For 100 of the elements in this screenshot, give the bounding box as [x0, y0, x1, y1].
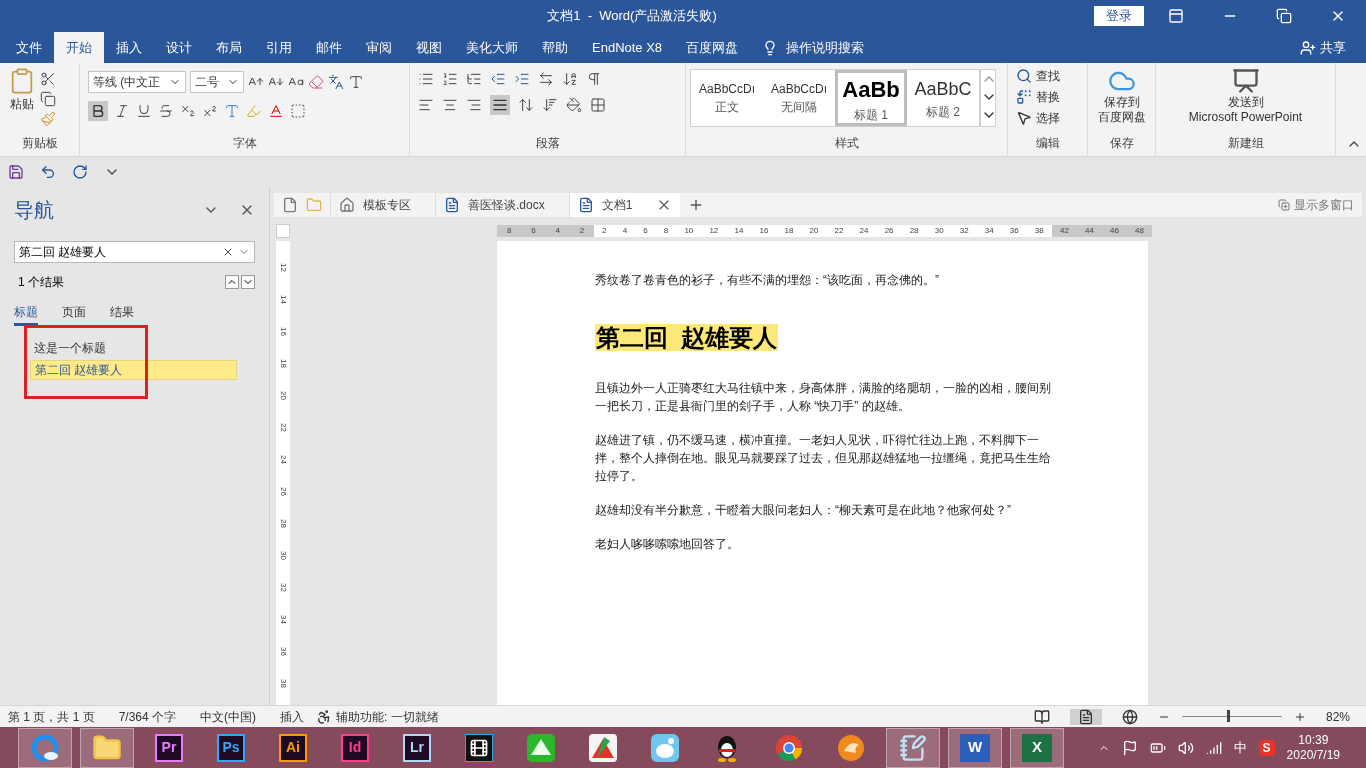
menu-tab[interactable]: 插入: [104, 32, 154, 63]
borders-icon[interactable]: [590, 97, 606, 113]
replace-button[interactable]: 替换: [1016, 88, 1079, 106]
paragraph-mark-icon[interactable]: [586, 71, 602, 87]
save-to-cloud-button[interactable]: 保存到 百度网盘: [1097, 67, 1146, 125]
flag-icon[interactable]: [1121, 739, 1138, 756]
taskbar-app[interactable]: Ps: [204, 727, 258, 768]
superscript-icon[interactable]: [202, 103, 218, 119]
clock-time[interactable]: 10:39: [1298, 732, 1329, 748]
select-button[interactable]: 选择: [1016, 109, 1079, 127]
direction-icon[interactable]: [538, 71, 554, 87]
taskbar-app[interactable]: Id: [328, 727, 382, 768]
save-icon[interactable]: [8, 164, 24, 180]
numbering-icon[interactable]: [442, 71, 458, 87]
style-option[interactable]: AaBbCcDı 无间隔: [763, 70, 835, 126]
clear-icon[interactable]: [222, 246, 234, 258]
redo-icon[interactable]: [72, 164, 88, 180]
clear-format-icon[interactable]: [308, 74, 324, 90]
multi-window-button[interactable]: 显示多窗口: [1294, 196, 1354, 214]
ribbon-display-icon[interactable]: [1168, 8, 1184, 24]
share-button[interactable]: 共享: [1300, 32, 1346, 63]
undo-icon[interactable]: [40, 164, 56, 180]
font-size-dropdown[interactable]: 二号: [190, 71, 244, 93]
accessibility-status[interactable]: 辅助功能: 一切就绪: [336, 707, 439, 726]
new-document-icon[interactable]: [282, 197, 298, 213]
status-item[interactable]: 第 1 页，共 1 页: [8, 707, 95, 726]
line-spacing-icon[interactable]: [542, 97, 558, 113]
subscript-icon[interactable]: [180, 103, 196, 119]
menu-tab[interactable]: 帮助: [530, 32, 580, 63]
menu-tab[interactable]: 布局: [204, 32, 254, 63]
font-name-dropdown[interactable]: 等线 (中文正: [88, 71, 186, 93]
style-option[interactable]: AaBbCcDı 正文: [691, 70, 763, 126]
document-tab[interactable]: 文档1: [569, 193, 680, 217]
sort-icon[interactable]: [562, 71, 578, 87]
menu-tab[interactable]: 引用: [254, 32, 304, 63]
menu-tab[interactable]: 开始: [54, 32, 104, 63]
underline-icon[interactable]: [136, 103, 152, 119]
tell-me-search[interactable]: 操作说明搜索: [786, 37, 865, 58]
status-item[interactable]: 中文(中国): [200, 707, 257, 726]
view-mode-button[interactable]: [1069, 708, 1102, 725]
status-item[interactable]: 插入: [280, 707, 305, 726]
login-button[interactable]: 登录: [1094, 6, 1144, 26]
style-option[interactable]: AaBbC 标题 2: [907, 70, 979, 126]
taskbar-app[interactable]: Pr: [142, 727, 196, 768]
align-center-icon[interactable]: [442, 97, 458, 113]
justify-toggle[interactable]: [490, 95, 510, 115]
zoom-in-icon[interactable]: [1293, 710, 1306, 723]
italic-icon[interactable]: [114, 103, 130, 119]
zoom-thumb[interactable]: [1226, 710, 1230, 722]
increase-indent-icon[interactable]: [514, 71, 530, 87]
bold-toggle[interactable]: [88, 101, 108, 121]
menu-tab[interactable]: EndNote X8: [580, 32, 675, 63]
style-option[interactable]: AaBb 标题 1: [835, 70, 907, 126]
menu-tab[interactable]: 视图: [404, 32, 454, 63]
decrease-indent-icon[interactable]: [490, 71, 506, 87]
cut-icon[interactable]: [40, 71, 56, 87]
menu-tab[interactable]: 邮件: [304, 32, 354, 63]
align-left-icon[interactable]: [418, 97, 434, 113]
input-method[interactable]: 中: [1233, 737, 1247, 758]
strikethrough-icon[interactable]: [158, 103, 174, 119]
sogou-logo[interactable]: S: [1258, 739, 1275, 756]
signal-icon[interactable]: [1205, 739, 1222, 756]
phonetic-guide-icon[interactable]: [328, 74, 344, 90]
menu-tab[interactable]: 设计: [154, 32, 204, 63]
heading-item[interactable]: 第二回 赵雄要人: [30, 360, 237, 380]
status-item[interactable]: 7/364 个字: [118, 707, 177, 726]
taskbar-app[interactable]: X: [1010, 727, 1064, 768]
paint-bucket-icon[interactable]: [566, 97, 582, 113]
navigation-tab[interactable]: 结果: [110, 303, 134, 326]
menu-tab[interactable]: 文件: [4, 32, 54, 63]
clock-date[interactable]: 2020/7/19: [1286, 747, 1340, 763]
previous-result-icon[interactable]: [225, 275, 239, 289]
heading-item[interactable]: 这是一个标题: [30, 338, 237, 358]
menu-tab[interactable]: 美化大师: [454, 32, 530, 63]
find-button[interactable]: 查找: [1016, 67, 1079, 85]
zoom-level[interactable]: 82%: [1325, 707, 1350, 726]
text-effect-icon[interactable]: [224, 103, 240, 119]
bullets-icon[interactable]: [418, 71, 434, 87]
align-right-icon[interactable]: [466, 97, 482, 113]
character-border-icon[interactable]: [348, 74, 364, 90]
menu-tab[interactable]: 百度网盘: [674, 32, 751, 63]
next-result-icon[interactable]: [241, 275, 255, 289]
distribute-icon[interactable]: [518, 97, 534, 113]
copy-icon[interactable]: [40, 91, 56, 107]
volume-icon[interactable]: [1177, 739, 1194, 756]
navigation-tab[interactable]: 页面: [62, 303, 86, 326]
paste-button[interactable]: 粘贴: [8, 67, 36, 127]
document-tab[interactable]: 善医怪谈.docx: [436, 193, 570, 217]
send-to-powerpoint-button[interactable]: 发送到 Microsoft PowerPoint: [1188, 67, 1303, 125]
menu-tab[interactable]: 审阅: [354, 32, 404, 63]
taskbar-app[interactable]: Ai: [266, 727, 320, 768]
taskbar-app[interactable]: W: [948, 727, 1002, 768]
font-color-icon[interactable]: [268, 103, 284, 119]
restore-icon[interactable]: [1276, 8, 1292, 24]
navigation-tab[interactable]: 标题: [14, 303, 38, 326]
search-field[interactable]: 第二回 赵雄要人: [14, 241, 255, 263]
taskbar-app[interactable]: Lr: [390, 727, 444, 768]
taskbar-app[interactable]: [18, 727, 72, 768]
multilevel-list-icon[interactable]: [466, 71, 482, 87]
document-tab[interactable]: 模板专区: [331, 193, 436, 217]
